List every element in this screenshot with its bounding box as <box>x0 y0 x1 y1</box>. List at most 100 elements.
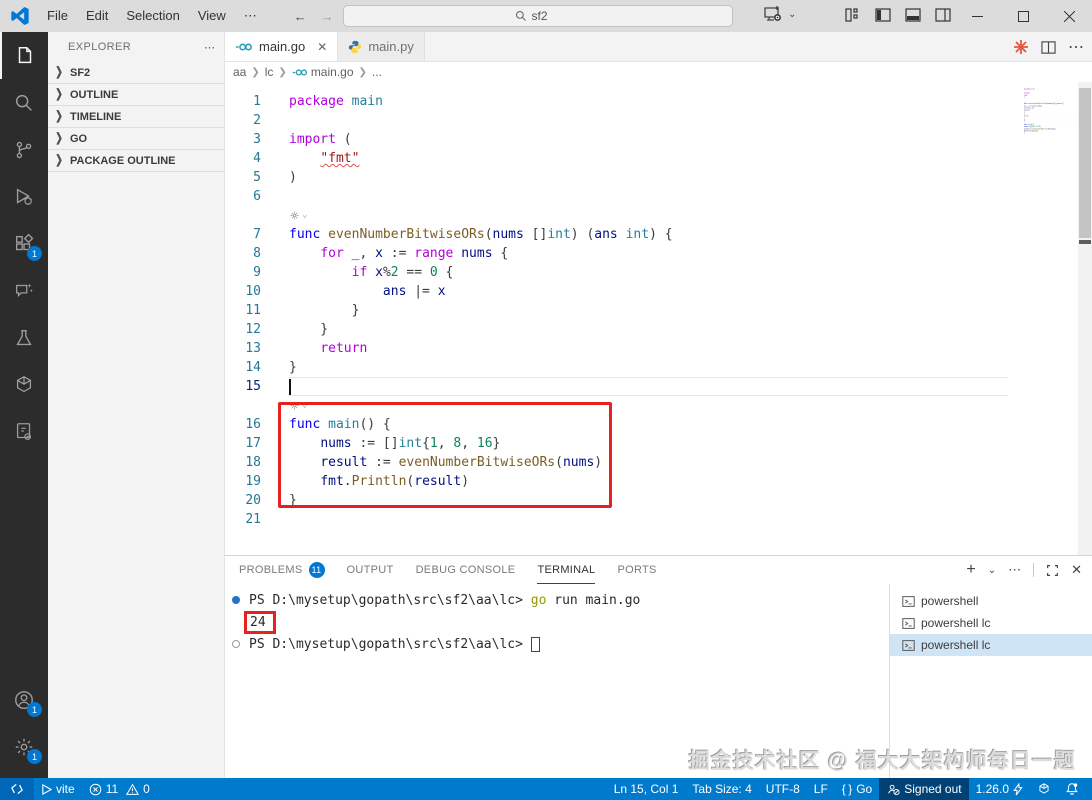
code-line[interactable]: return <box>1024 115 1076 117</box>
sidebar-item-search[interactable] <box>0 79 48 126</box>
back-arrow-icon[interactable]: ← <box>294 9 307 24</box>
code-line[interactable]: func main() { <box>289 415 1008 434</box>
code-line[interactable]: } <box>1024 117 1076 119</box>
remote-indicator[interactable] <box>0 778 34 800</box>
chevron-down-icon[interactable]: ⌄ <box>788 9 796 20</box>
sidebar-section-package-outline[interactable]: ❯ PACKAGE OUTLINE <box>48 150 224 172</box>
code-line[interactable]: ⌄ <box>289 396 1008 415</box>
close-tab-icon[interactable]: ✕ <box>317 40 327 54</box>
sidebar-section-timeline[interactable]: ❯ TIMELINE <box>48 106 224 128</box>
code-line[interactable]: if x%2 == 0 { <box>289 263 1008 282</box>
code-line[interactable]: } <box>1024 111 1076 113</box>
minimize-button[interactable] <box>954 0 1000 32</box>
code-line[interactable]: for _, x := range nums { <box>289 244 1008 263</box>
code-line[interactable]: result := evenNumberBitwiseORs(nums) <box>1024 128 1076 130</box>
code-line[interactable]: nums := []int{1, 8, 16} <box>1024 126 1076 128</box>
split-editor-icon[interactable] <box>1041 40 1056 55</box>
toggle-panel-icon[interactable] <box>905 7 921 23</box>
code-line[interactable] <box>1024 98 1076 100</box>
sidebar-item-extensions[interactable]: 1 <box>0 220 48 267</box>
minimap[interactable]: package main import ( "fmt") ⌄ func evenNum… <box>1024 88 1076 150</box>
encoding[interactable]: UTF-8 <box>759 778 807 800</box>
maximize-button[interactable] <box>1000 0 1046 32</box>
code-line[interactable]: import ( <box>1024 92 1076 94</box>
breadcrumb-item[interactable]: aa <box>233 65 246 79</box>
account-button[interactable]: 1 <box>0 676 48 723</box>
code-line[interactable]: ans |= x <box>1024 109 1076 111</box>
search-input[interactable] <box>531 9 562 23</box>
panel-tab-debug-console[interactable]: DEBUG CONSOLE <box>416 556 516 584</box>
code-line[interactable]: for _, x := range nums { <box>1024 105 1076 107</box>
container-status[interactable] <box>1030 778 1058 800</box>
code-line[interactable]: func evenNumberBitwiseORs(nums []int) (a… <box>1024 103 1076 105</box>
new-window-icon[interactable] <box>762 4 784 24</box>
code-line[interactable] <box>1024 90 1076 92</box>
code-line[interactable]: return <box>289 339 1008 358</box>
command-decoration-icon[interactable] <box>232 640 240 648</box>
code-line[interactable]: } <box>289 358 1008 377</box>
menu-selection[interactable]: Selection <box>117 5 188 27</box>
code-line[interactable]: fmt.Println(result) <box>1024 130 1076 132</box>
sidebar-item-run-debug[interactable] <box>0 173 48 220</box>
sidebar-item-notebooks[interactable] <box>0 408 48 455</box>
panel-tab-ports[interactable]: PORTS <box>617 556 656 584</box>
extension-run-icon[interactable] <box>1013 39 1029 55</box>
tab-main-go[interactable]: main.go ✕ <box>225 32 339 61</box>
code-line[interactable]: } <box>289 320 1008 339</box>
breadcrumb-item[interactable]: lc <box>265 65 274 79</box>
close-panel-icon[interactable]: ✕ <box>1071 562 1082 578</box>
tab-main-py[interactable]: main.py <box>338 32 425 61</box>
code-line[interactable] <box>1024 119 1076 122</box>
close-button[interactable] <box>1046 0 1092 32</box>
code-line[interactable]: "fmt" <box>289 149 1008 168</box>
menu-edit[interactable]: Edit <box>77 5 117 27</box>
eol-sequence[interactable]: LF <box>807 778 835 800</box>
cursor-position[interactable]: Ln 15, Col 1 <box>607 778 686 800</box>
language-mode[interactable]: { } Go <box>835 778 879 800</box>
code-line[interactable]: } <box>1024 113 1076 115</box>
code-line[interactable]: "fmt" <box>1024 94 1076 96</box>
editor-more-actions-icon[interactable]: ⋯ <box>1068 37 1084 57</box>
terminal-list-item-selected[interactable]: powershell lc <box>890 634 1092 656</box>
sidebar-section-outline[interactable]: ❯ OUTLINE <box>48 84 224 106</box>
code-line[interactable]: } <box>289 491 1008 510</box>
code-line[interactable]: ) <box>289 168 1008 187</box>
editor-code[interactable]: package main import ( "fmt") ⌄ func evenNum… <box>289 82 1008 555</box>
editor-area[interactable]: 1 2 3 4 5 6 7 8 9 10 11 12 13 14 15 16 17 18 19 20 21 packag… <box>225 82 1092 555</box>
code-line[interactable]: func main() { <box>1024 124 1076 126</box>
new-terminal-icon[interactable]: + <box>966 561 975 579</box>
terminal-list-item[interactable]: powershell lc <box>890 612 1092 634</box>
code-line[interactable] <box>289 187 1008 206</box>
toggle-sidebar-icon[interactable] <box>875 7 891 23</box>
editor-scrollbar[interactable] <box>1078 82 1092 555</box>
menu-file[interactable]: File <box>38 5 77 27</box>
panel-more-actions-icon[interactable]: ⋯ <box>1008 562 1021 578</box>
breadcrumb-item[interactable]: ... <box>372 65 382 79</box>
code-line[interactable]: } <box>1024 132 1076 134</box>
toggle-secondary-sidebar-icon[interactable] <box>935 7 951 23</box>
code-line[interactable]: if x%2 == 0 { <box>1024 107 1076 109</box>
signed-out-status[interactable]: Signed out <box>879 778 969 800</box>
notifications-button[interactable] <box>1058 778 1086 800</box>
sidebar-item-testing[interactable] <box>0 314 48 361</box>
code-line[interactable]: package main <box>1024 88 1076 90</box>
menu-more[interactable]: ⋯ <box>235 5 266 27</box>
code-line[interactable]: ⌄ <box>1024 101 1076 103</box>
sidebar-section-sf2[interactable]: ❯ SF2 <box>48 62 224 84</box>
code-line[interactable]: ) <box>1024 96 1076 98</box>
sidebar-item-source-control[interactable] <box>0 126 48 173</box>
sidebar-item-explorer[interactable] <box>0 32 48 79</box>
panel-tab-problems[interactable]: PROBLEMS 11 <box>239 556 325 584</box>
code-line[interactable] <box>289 111 1008 130</box>
customize-layout-icon[interactable] <box>845 7 861 23</box>
sidebar-item-chat[interactable] <box>0 267 48 314</box>
code-line[interactable]: ans |= x <box>289 282 1008 301</box>
maximize-panel-icon[interactable] <box>1046 564 1059 577</box>
code-line[interactable]: ⌄ <box>1024 121 1076 123</box>
code-line[interactable] <box>1024 134 1076 136</box>
terminal-list-item[interactable]: powershell <box>890 590 1092 612</box>
indentation[interactable]: Tab Size: 4 <box>685 778 758 800</box>
vite-task-button[interactable]: vite <box>34 778 82 800</box>
go-version[interactable]: 1.26.0 <box>969 778 1030 800</box>
terminal-dropdown-icon[interactable]: ⌄ <box>988 565 996 576</box>
